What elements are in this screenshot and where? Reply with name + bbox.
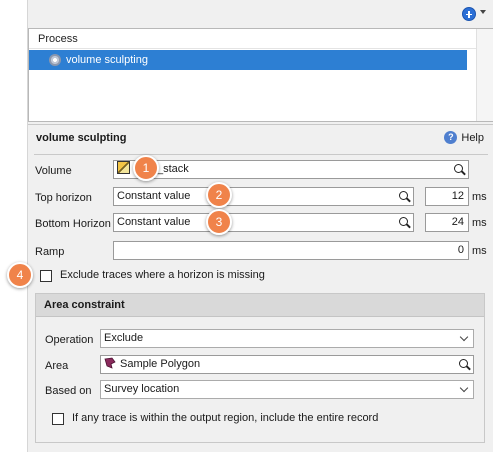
process-list-header: Process xyxy=(29,29,493,49)
help-button[interactable]: ? Help xyxy=(444,131,484,144)
top-horizon-number[interactable]: 12 xyxy=(425,187,469,206)
volume-label: Volume xyxy=(35,165,72,177)
ramp-label: Ramp xyxy=(35,246,65,258)
based-on-select[interactable]: Survey location xyxy=(100,380,474,399)
caret-down-icon[interactable] xyxy=(480,10,486,14)
process-list-item[interactable]: volume sculpting xyxy=(29,50,467,70)
search-icon[interactable] xyxy=(399,217,408,226)
search-icon[interactable] xyxy=(459,359,468,368)
gear-icon xyxy=(49,54,61,66)
bottom-horizon-value: Constant value xyxy=(117,216,191,228)
callout-1: 1 xyxy=(133,155,159,181)
bottom-horizon-label: Bottom Horizon xyxy=(35,218,111,230)
volume-field[interactable]: _stack xyxy=(113,160,469,179)
divider xyxy=(34,154,488,155)
panel-title: volume sculpting xyxy=(36,132,127,144)
seismic-cube-icon xyxy=(117,161,130,174)
search-icon[interactable] xyxy=(399,191,408,200)
help-label: Help xyxy=(461,131,484,144)
area-field[interactable]: Sample Polygon xyxy=(100,355,474,374)
entire-record-label: If any trace is within the output region… xyxy=(72,412,379,424)
area-constraint-group: Area constraint Operation Exclude Area S… xyxy=(35,293,485,443)
top-horizon-value: Constant value xyxy=(117,190,191,202)
add-circle-icon[interactable] xyxy=(462,7,476,21)
toolbar xyxy=(28,0,493,28)
callout-4: 4 xyxy=(7,262,33,288)
ramp-unit: ms xyxy=(472,245,487,257)
polygon-icon xyxy=(104,357,116,369)
settings-panel: volume sculpting ? Help Volume _stack To… xyxy=(28,124,493,452)
top-horizon-unit: ms xyxy=(472,191,487,203)
operation-select[interactable]: Exclude xyxy=(100,329,474,348)
operation-label: Operation xyxy=(45,334,94,346)
help-icon: ? xyxy=(444,131,458,144)
based-on-label: Based on xyxy=(45,385,92,397)
top-horizon-field[interactable]: Constant value xyxy=(113,187,414,206)
exclude-traces-checkbox[interactable] xyxy=(40,270,52,282)
callout-2: 2 xyxy=(206,182,232,208)
entire-record-checkbox[interactable] xyxy=(52,413,64,425)
ramp-number[interactable]: 0 xyxy=(113,241,469,260)
process-list-scrollbar[interactable] xyxy=(476,29,493,121)
bottom-horizon-field[interactable]: Constant value xyxy=(113,213,414,232)
process-item-label: volume sculpting xyxy=(66,54,148,66)
area-label: Area xyxy=(45,360,69,372)
operation-value: Exclude xyxy=(104,332,144,344)
process-editor: Process volume sculpting volume sculptin… xyxy=(27,0,493,452)
callout-3: 3 xyxy=(206,209,232,235)
exclude-traces-label: Exclude traces where a horizon is missin… xyxy=(60,269,265,281)
area-value: Sample Polygon xyxy=(120,358,201,370)
bottom-horizon-number[interactable]: 24 xyxy=(425,213,469,232)
based-on-value: Survey location xyxy=(104,383,180,395)
top-horizon-label: Top horizon xyxy=(35,192,92,204)
area-constraint-title: Area constraint xyxy=(36,294,484,317)
bottom-horizon-unit: ms xyxy=(472,217,487,229)
chevron-down-icon xyxy=(459,383,469,393)
chevron-down-icon xyxy=(459,332,469,342)
search-icon[interactable] xyxy=(454,164,463,173)
process-list: Process volume sculpting xyxy=(28,28,493,122)
